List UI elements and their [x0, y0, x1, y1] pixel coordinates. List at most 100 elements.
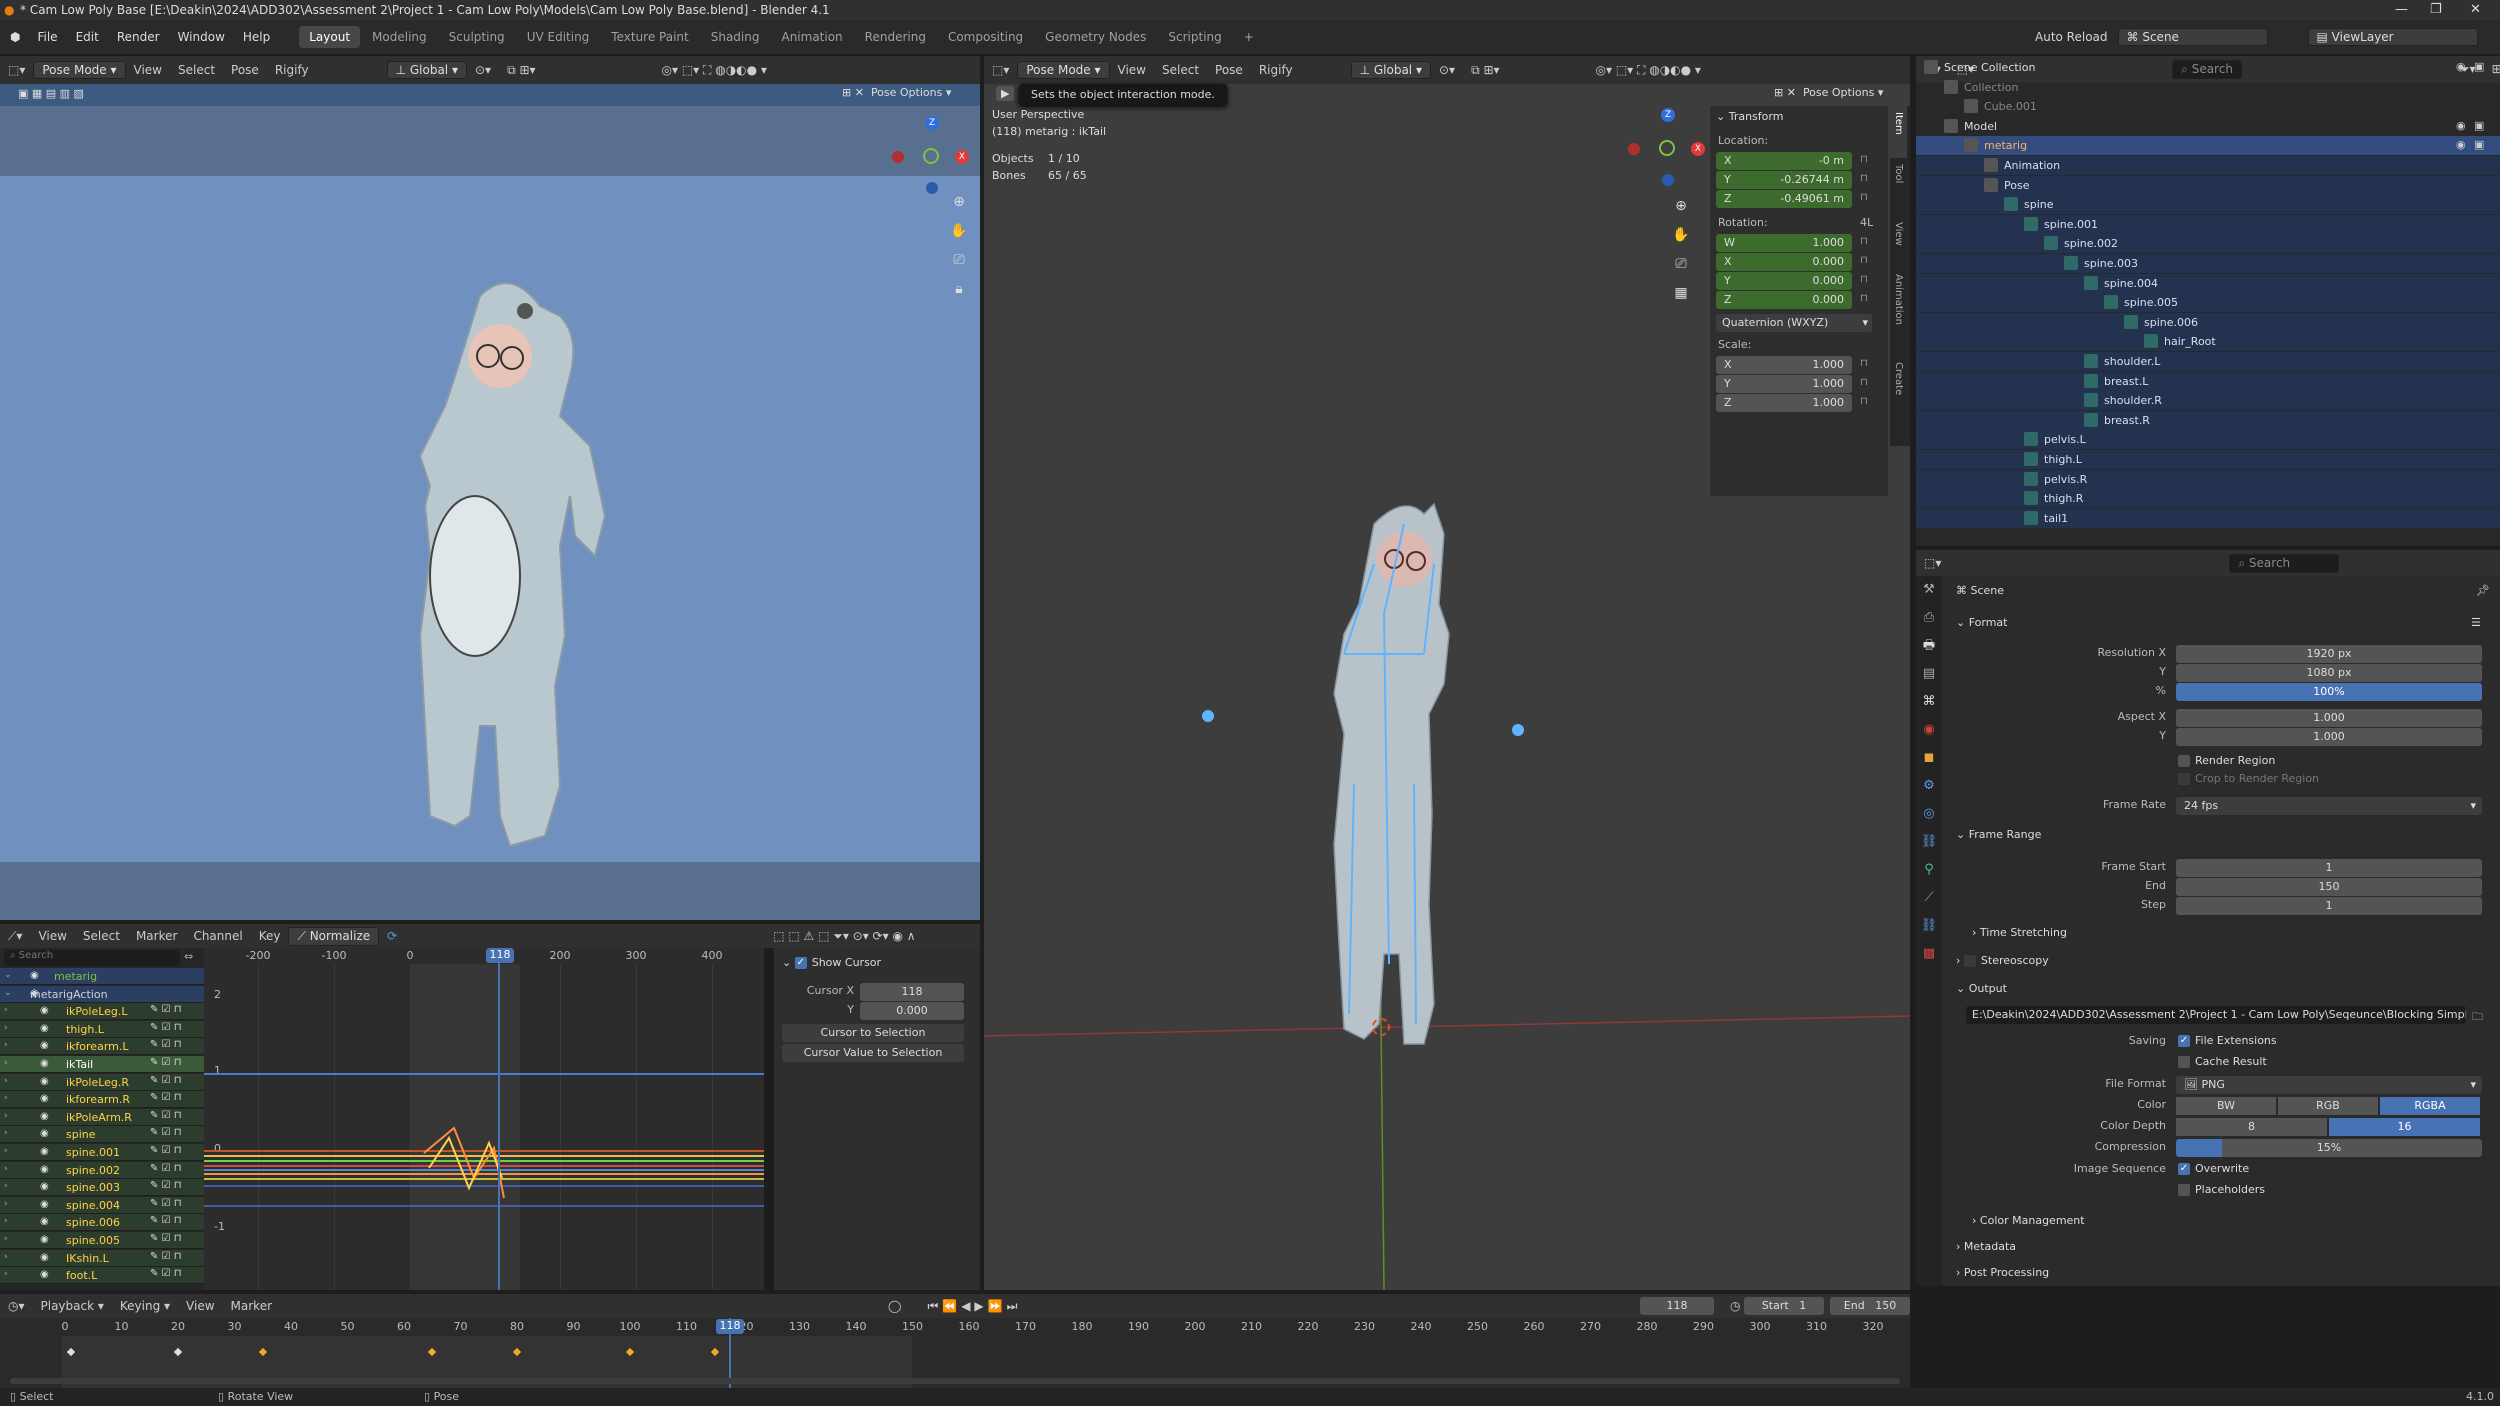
channel-modifier-icons[interactable]: ✎ ☑ ⊓ — [150, 1268, 182, 1279]
rotation-y-field[interactable]: Y 0.000 — [1716, 272, 1852, 290]
channel-expand-icon[interactable]: › — [4, 1164, 8, 1174]
main-gizmo-x[interactable]: X — [1691, 142, 1705, 156]
start-frame-field[interactable]: Start 1 — [1744, 1297, 1824, 1315]
outliner-row[interactable]: breast.R — [1916, 410, 2500, 430]
visibility-eye-icon[interactable]: ◉ — [2456, 60, 2466, 73]
left-gizmo-negz[interactable] — [926, 182, 938, 194]
visibility-eye-icon[interactable]: ◉ — [2456, 119, 2466, 132]
view-layer-tab-icon[interactable]: ▤ — [1916, 660, 1942, 688]
outliner-row[interactable]: Pose — [1916, 175, 2500, 195]
graph-channel-row[interactable]: › ◉ ikforearm.R ✎ ☑ ⊓ — [0, 1091, 204, 1109]
left-orientation-selector[interactable]: ⊥ Global ▾ — [386, 61, 467, 79]
graph-channel-row[interactable]: › ◉ spine.002 ✎ ☑ ⊓ — [0, 1161, 204, 1179]
main-viewport[interactable]: ⊞ ✕ Pose Options ▾ ▶ Sets the object int… — [984, 84, 1910, 1290]
channel-visibility-icon[interactable]: ◉ — [40, 1111, 49, 1122]
menu-edit[interactable]: Edit — [67, 30, 108, 44]
channel-expand-icon[interactable]: › — [4, 1269, 8, 1279]
main-orientation-selector[interactable]: ⊥ Global ▾ — [1350, 61, 1431, 79]
graph-menu-view[interactable]: View — [30, 929, 74, 943]
outliner-row[interactable]: thigh.L — [1916, 450, 2500, 469]
graph-playhead-label[interactable]: 118 — [486, 948, 514, 963]
main-gizmo-y[interactable] — [1659, 140, 1675, 156]
lock-icon[interactable]: ⊓ — [1860, 377, 1868, 388]
main-gizmo-negz[interactable] — [1662, 174, 1674, 186]
crop-region-checkbox[interactable]: Crop to Render Region — [2178, 772, 2319, 785]
main-snap-icon[interactable]: ⧉ ⊞▾ — [1463, 63, 1507, 78]
main-menu-view[interactable]: View — [1110, 63, 1154, 77]
object-tab-icon[interactable]: ◼ — [1916, 744, 1942, 772]
lock-icon[interactable]: ⊓ — [1860, 154, 1868, 165]
graph-menu-channel[interactable]: Channel — [185, 929, 250, 943]
resolution-y-field[interactable]: 1080 px — [2176, 664, 2482, 682]
main-editor-type-icon[interactable]: ⬚▾ — [984, 63, 1017, 77]
3d-cursor[interactable] — [1372, 1018, 1390, 1036]
left-select-mode-icons[interactable]: ▣ ▦ ▤ ▥ ▧ — [18, 87, 84, 100]
outliner-row[interactable]: Animation — [1916, 156, 2500, 175]
output-path-field[interactable]: E:\Deakin\2024\ADD302\Assessment 2\Proje… — [1966, 1006, 2466, 1024]
graph-channel-row[interactable]: › ◉ thigh.L ✎ ☑ ⊓ — [0, 1020, 204, 1038]
aspect-x-field[interactable]: 1.000 — [2176, 709, 2482, 727]
output-header[interactable]: ⌄ Output — [1956, 982, 2007, 995]
channel-collapse-icon[interactable]: ⇔ — [184, 950, 193, 963]
color-management-header[interactable]: › Color Management — [1972, 1214, 2085, 1227]
compression-slider[interactable]: 15% — [2176, 1139, 2482, 1157]
main-gizmo-z[interactable]: Z — [1661, 108, 1675, 122]
channel-visibility-icon[interactable]: ◉ — [40, 1181, 49, 1192]
channel-modifier-icons[interactable]: ✎ ☑ ⊓ — [150, 1198, 182, 1209]
blender-menu-icon[interactable]: ⬢ — [0, 30, 28, 44]
scene-selector[interactable]: ⌘ Scene — [2117, 28, 2268, 46]
graph-menu-select[interactable]: Select — [75, 929, 128, 943]
channel-modifier-icons[interactable]: ✎ ☑ ⊓ — [150, 1127, 182, 1138]
color-option-rgba[interactable]: RGBA — [2380, 1097, 2480, 1115]
outliner-row[interactable]: spine — [1916, 195, 2500, 215]
main-nav-gizmo[interactable]: Z X — [1626, 108, 1706, 188]
channel-modifier-icons[interactable]: ✎ ☑ ⊓ — [150, 1110, 182, 1121]
lock-icon[interactable]: ⊓ — [1860, 255, 1868, 266]
channel-expand-icon[interactable]: › — [4, 1040, 8, 1050]
viewlayer-selector[interactable]: ▤ ViewLayer — [2307, 28, 2478, 46]
cursor-value-to-selection-button[interactable]: Cursor Value to Selection — [782, 1044, 964, 1062]
timeline-editor-icon[interactable]: ◷▾ — [0, 1299, 33, 1313]
frame-range-header[interactable]: ⌄ Frame Range — [1956, 828, 2041, 841]
channel-expand-icon[interactable]: › — [4, 1216, 8, 1226]
channel-modifier-icons[interactable]: ✎ ☑ ⊓ — [150, 1180, 182, 1191]
texture-tab-icon[interactable]: ▩ — [1916, 940, 1942, 968]
graph-channel-row[interactable]: › ◉ spine.003 ✎ ☑ ⊓ — [0, 1179, 204, 1197]
left-pose-options-button[interactable]: ⊞ ✕ Pose Options ▾ — [842, 86, 951, 99]
graph-channel-row[interactable]: › ◉ foot.L ✎ ☑ ⊓ — [0, 1267, 204, 1285]
transform-title[interactable]: ⌄ Transform — [1716, 110, 1783, 123]
channel-expand-icon[interactable]: › — [4, 1199, 8, 1209]
render-region-checkbox[interactable]: Render Region — [2178, 754, 2275, 767]
main-pan-hand-icon[interactable]: ✋ — [1670, 221, 1692, 250]
channel-modifier-icons[interactable]: ✎ ☑ ⊓ — [150, 1163, 182, 1174]
timeline-menu-marker[interactable]: Marker — [223, 1299, 280, 1313]
location-x-field[interactable]: X -0 m — [1716, 152, 1852, 170]
outliner-row[interactable]: hair_Root — [1916, 332, 2500, 352]
channel-expand-icon[interactable]: › — [4, 1058, 8, 1068]
graph-channel-row[interactable]: › ◉ ikPoleLeg.L ✎ ☑ ⊓ — [0, 1003, 204, 1021]
scale-y-field[interactable]: Y 1.000 — [1716, 375, 1852, 393]
graph-editor-type-icon[interactable]: ⟋▾ — [0, 929, 30, 944]
channel-modifier-icons[interactable]: ✎ ☑ ⊓ — [150, 1215, 182, 1226]
channel-expand-icon[interactable]: › — [4, 1181, 8, 1191]
lock-icon[interactable]: ⊓ — [1860, 236, 1868, 247]
outliner-row[interactable]: spine.003 — [1916, 254, 2500, 273]
rotation-z-field[interactable]: Z 0.000 — [1716, 291, 1852, 309]
menu-window[interactable]: Window — [169, 30, 234, 44]
outliner-row[interactable]: Collection — [1916, 78, 2500, 97]
graph-channel-row[interactable]: › ◉ spine.001 ✎ ☑ ⊓ — [0, 1144, 204, 1161]
channel-expand-icon[interactable]: › — [4, 1234, 8, 1244]
main-pivot-icon[interactable]: ⊙▾ — [1431, 63, 1463, 77]
channel-visibility-icon[interactable]: ◉ — [40, 1252, 49, 1263]
graph-channel-row[interactable]: › ◉ ikTail ✎ ☑ ⊓ — [0, 1056, 204, 1073]
channel-expand-icon[interactable]: › — [4, 1093, 8, 1103]
graph-channel-row[interactable]: › ◉ spine.004 ✎ ☑ ⊓ — [0, 1196, 204, 1214]
frame-start-field[interactable]: 1 — [2176, 859, 2482, 877]
graph-channel-row[interactable]: › ◉ spine ✎ ☑ ⊓ — [0, 1126, 204, 1144]
workspace-tab-animation[interactable]: Animation — [771, 26, 852, 48]
sidebar-tab-animation[interactable]: Animation — [1890, 268, 1907, 356]
outliner-row[interactable]: Model ◉ ▣ — [1916, 117, 2500, 136]
channel-visibility-icon[interactable]: ◉ — [40, 1076, 49, 1087]
current-frame-field[interactable]: 118 — [1640, 1297, 1714, 1315]
scene-tab-icon[interactable]: ⌘ — [1916, 688, 1942, 716]
